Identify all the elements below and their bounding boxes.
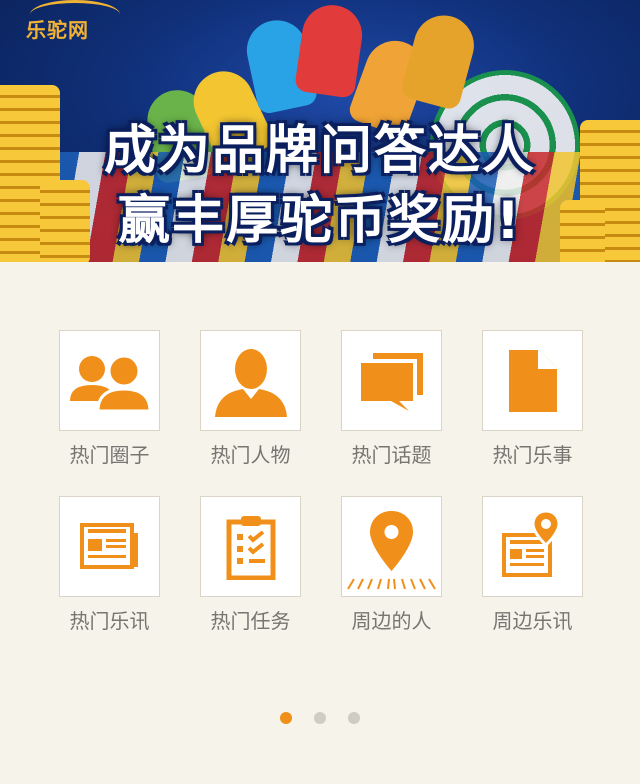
page-dot[interactable] — [348, 712, 360, 724]
menu-tile[interactable] — [200, 330, 301, 431]
menu-label: 热门乐事 — [492, 443, 573, 467]
menu-tile[interactable] — [59, 496, 160, 597]
page-dot-active[interactable] — [280, 712, 292, 724]
page-indicator — [0, 712, 640, 724]
menu-tile[interactable] — [482, 330, 583, 431]
clipboard-checklist-icon — [226, 515, 275, 580]
banner-headline-line1: 成为品牌问答达人 — [103, 121, 536, 181]
menu-label: 热门话题 — [351, 443, 432, 467]
newspaper-icon — [79, 522, 138, 569]
menu-item-hot-topics[interactable]: 热门话题 — [341, 330, 442, 468]
menu-tile[interactable] — [59, 330, 160, 431]
menu-label: 热门任务 — [210, 609, 291, 633]
document-icon — [508, 349, 557, 412]
menu-item-nearby-people[interactable]: 周边的人 — [341, 496, 442, 634]
menu-label: 周边的人 — [351, 609, 432, 633]
menu-label: 热门乐讯 — [69, 609, 150, 633]
menu-item-nearby-news[interactable]: 周边乐讯 — [482, 496, 583, 634]
location-pin-icon — [347, 511, 436, 590]
site-logo: 乐驼网 — [26, 0, 120, 43]
menu-tile[interactable] — [341, 330, 442, 431]
menu-item-hot-news[interactable]: 热门乐讯 — [59, 496, 160, 634]
hand-graphic — [294, 1, 366, 99]
menu-item-hot-events[interactable]: 热门乐事 — [482, 330, 583, 468]
menu-item-hot-people[interactable]: 热门人物 — [200, 330, 301, 468]
menu-item-hot-tasks[interactable]: 热门任务 — [200, 496, 301, 634]
banner-headline-line2: 赢丰厚驼币奖励! — [118, 191, 522, 251]
menu-tile[interactable] — [482, 496, 583, 597]
menu-grid: 热门圈子 热门人物 热门话题 热门乐事 热门乐讯 热门任务 周边的人 周边乐讯 — [59, 330, 583, 634]
menu-label: 热门人物 — [210, 443, 291, 467]
page-dot[interactable] — [314, 712, 326, 724]
menu-item-hot-circles[interactable]: 热门圈子 — [59, 330, 160, 468]
menu-label: 热门圈子 — [69, 443, 150, 467]
menu-label: 周边乐讯 — [492, 609, 573, 633]
camel-logo-icon — [30, 0, 120, 29]
group-icon — [69, 354, 152, 412]
promo-banner[interactable]: 乐驼网 成为品牌问答达人 赢丰厚驼币奖励! — [0, 0, 640, 262]
nearby-news-icon — [501, 508, 561, 577]
menu-tile[interactable] — [200, 496, 301, 597]
person-icon — [214, 348, 287, 417]
chat-bubbles-icon — [360, 352, 423, 411]
menu-tile[interactable] — [341, 496, 442, 597]
